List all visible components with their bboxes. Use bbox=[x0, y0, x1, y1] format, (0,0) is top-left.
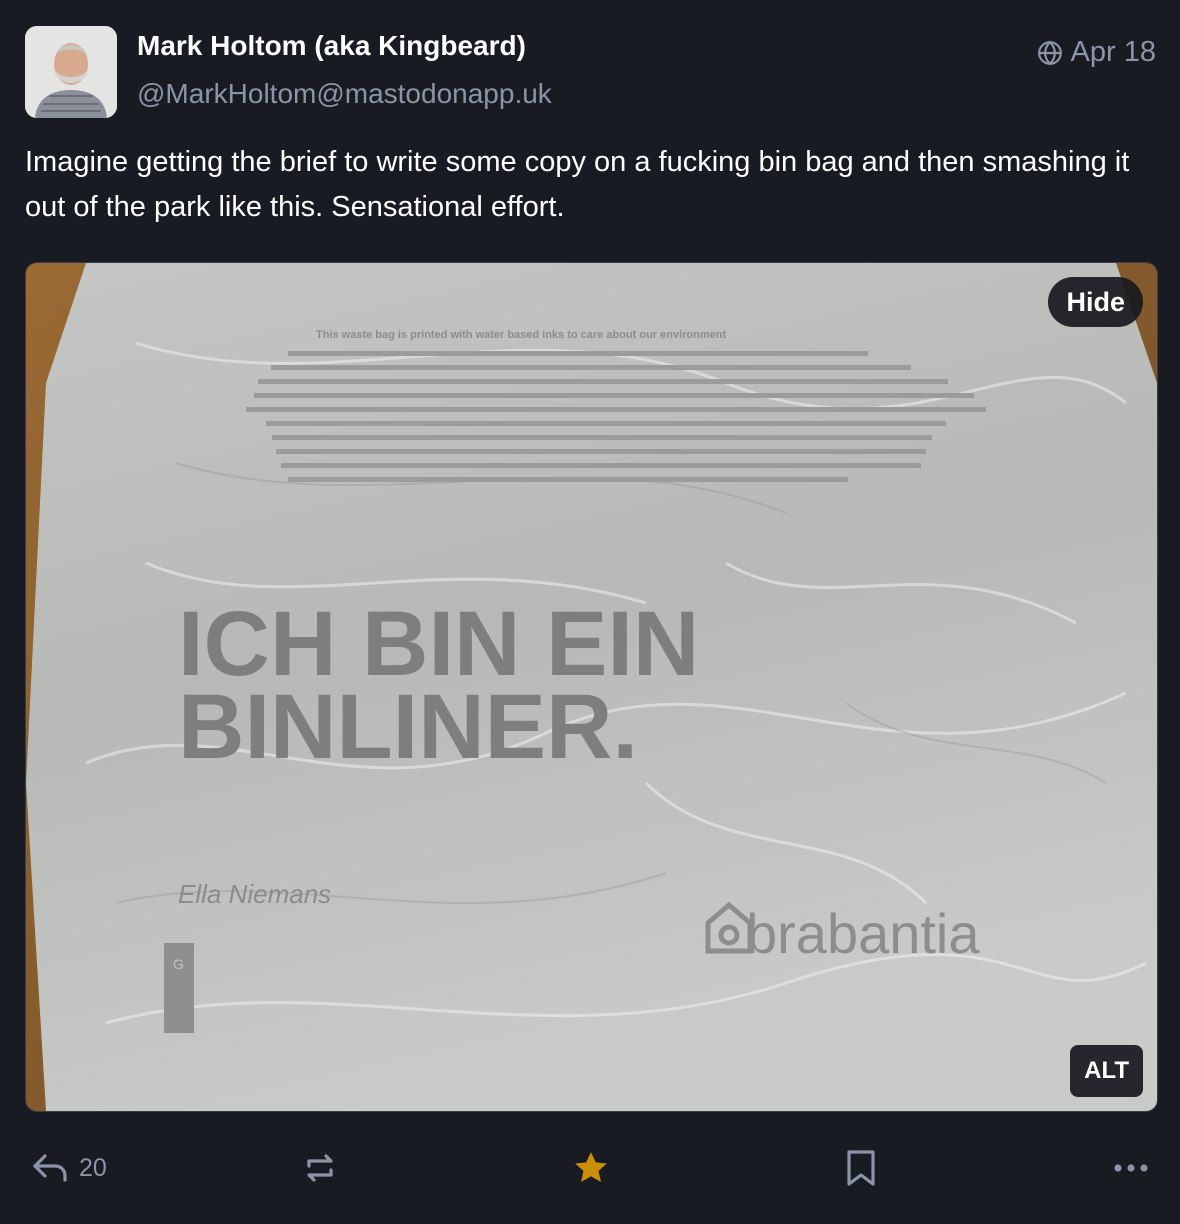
reply-button[interactable]: 20 bbox=[31, 1140, 107, 1196]
globe-icon bbox=[1037, 40, 1063, 66]
bag-size-code: G bbox=[173, 956, 184, 972]
post-meta: Apr 18 bbox=[1037, 36, 1156, 69]
reply-icon bbox=[31, 1152, 69, 1184]
boost-button[interactable] bbox=[301, 1140, 339, 1196]
bag-brand: brabantia bbox=[746, 902, 980, 965]
bag-signature: Ella Niemans bbox=[178, 879, 331, 909]
bag-warning-text: This waste bag is printed with water bas… bbox=[316, 329, 726, 341]
bookmark-icon bbox=[845, 1149, 877, 1187]
star-icon bbox=[570, 1148, 612, 1188]
avatar[interactable] bbox=[25, 26, 117, 118]
boost-icon bbox=[301, 1149, 339, 1187]
author-handle[interactable]: @MarkHoltom@mastodonapp.uk bbox=[137, 78, 552, 110]
post-text: Imagine getting the brief to write some … bbox=[25, 146, 1130, 223]
more-button[interactable] bbox=[1113, 1140, 1149, 1196]
bag-headline-line2: BINLINER. bbox=[178, 676, 638, 778]
reply-count: 20 bbox=[79, 1153, 107, 1182]
media-attachment[interactable]: This waste bag is printed with water bas… bbox=[25, 262, 1158, 1112]
bookmark-button[interactable] bbox=[845, 1140, 877, 1196]
action-bar: 20 bbox=[25, 1140, 1156, 1196]
author-name[interactable]: Mark Holtom (aka Kingbeard) bbox=[137, 30, 526, 62]
alt-text-button[interactable]: ALT bbox=[1070, 1045, 1143, 1097]
more-icon bbox=[1113, 1162, 1149, 1174]
post-date[interactable]: Apr 18 bbox=[1071, 36, 1156, 69]
favourite-button[interactable] bbox=[570, 1140, 612, 1196]
bin-bag-photo: This waste bag is printed with water bas… bbox=[26, 263, 1157, 1111]
hide-media-button[interactable]: Hide bbox=[1048, 277, 1143, 327]
